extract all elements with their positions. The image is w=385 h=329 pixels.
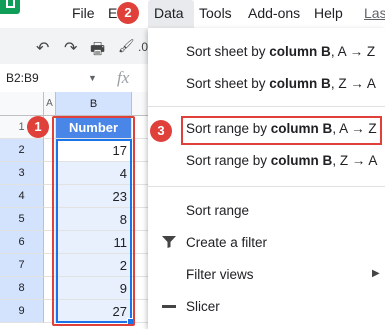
menu-last-edit[interactable]: Las xyxy=(364,5,385,21)
cell-b6[interactable]: 11 xyxy=(56,231,132,254)
column-header-c[interactable] xyxy=(132,92,148,116)
row-header[interactable]: 7 xyxy=(0,254,44,277)
row-header[interactable]: 4 xyxy=(0,185,44,208)
cell-a8[interactable] xyxy=(44,277,56,300)
data-menu-dropdown xyxy=(148,28,385,329)
menu-item-sort-range-za[interactable]: Sort range by column B, Z → A xyxy=(186,153,377,168)
undo-icon[interactable]: ↶ xyxy=(36,38,49,58)
menu-separator xyxy=(148,186,385,187)
cell-a3[interactable] xyxy=(44,162,56,185)
row-header[interactable]: 3 xyxy=(0,162,44,185)
cell-c8[interactable] xyxy=(132,277,148,300)
decimal-format-partial[interactable]: .0 xyxy=(138,40,148,54)
step-badge-2: 2 xyxy=(117,2,139,24)
menu-item-sort-sheet-za[interactable]: Sort sheet by column B, Z → A xyxy=(186,76,376,91)
menu-addons[interactable]: Add-ons xyxy=(248,5,300,21)
menu-item-sort-range-az[interactable]: Sort range by column B, A → Z xyxy=(186,121,377,136)
paint-format-icon[interactable]: 🖌 xyxy=(118,38,135,54)
select-all-corner[interactable] xyxy=(0,92,44,116)
row-header[interactable]: 9 xyxy=(0,300,44,323)
name-box-value: B2:B9 xyxy=(6,71,39,85)
cell-a7[interactable] xyxy=(44,254,56,277)
menu-tools[interactable]: Tools xyxy=(199,5,232,21)
name-box-dropdown-icon[interactable]: ▼ xyxy=(88,73,97,83)
cell-b2[interactable]: 17 xyxy=(56,139,132,162)
cell-c2[interactable] xyxy=(132,139,148,162)
cell-a5[interactable] xyxy=(44,208,56,231)
redo-icon[interactable]: ↷ xyxy=(64,38,77,58)
row-header[interactable]: 2 xyxy=(0,139,44,162)
menu-help[interactable]: Help xyxy=(314,5,343,21)
menu-data[interactable]: Data xyxy=(148,0,194,28)
cell-c6[interactable] xyxy=(132,231,148,254)
sheets-logo-icon[interactable] xyxy=(0,0,20,14)
row-header[interactable]: 5 xyxy=(0,208,44,231)
filter-icon xyxy=(162,235,176,251)
menu-separator xyxy=(148,106,385,107)
cell-c7[interactable] xyxy=(132,254,148,277)
row-header[interactable]: 8 xyxy=(0,277,44,300)
fx-icon: fx xyxy=(117,68,130,87)
menu-item-sort-range[interactable]: Sort range xyxy=(186,203,249,218)
cell-b1-header[interactable]: Number xyxy=(56,116,132,139)
step-badge-1: 1 xyxy=(27,116,49,138)
cell-c4[interactable] xyxy=(132,185,148,208)
cell-b5[interactable]: 8 xyxy=(56,208,132,231)
menu-file[interactable]: File xyxy=(72,5,95,21)
menu-item-slicer[interactable]: Slicer xyxy=(186,299,220,314)
column-header-a[interactable]: A xyxy=(44,92,56,116)
step-badge-3: 3 xyxy=(150,120,172,142)
cell-b9[interactable]: 27 xyxy=(56,300,132,323)
cell-b3[interactable]: 4 xyxy=(56,162,132,185)
menu-item-sort-sheet-az[interactable]: Sort sheet by column B, A → Z xyxy=(186,44,375,59)
cell-a6[interactable] xyxy=(44,231,56,254)
cell-c1[interactable] xyxy=(132,116,148,139)
column-header-b[interactable]: B xyxy=(56,92,132,116)
cell-c5[interactable] xyxy=(132,208,148,231)
print-icon[interactable]: 🖶 xyxy=(90,38,105,65)
cell-b4[interactable]: 23 xyxy=(56,185,132,208)
cell-a2[interactable] xyxy=(44,139,56,162)
slicer-icon xyxy=(162,300,176,316)
cell-c3[interactable] xyxy=(132,162,148,185)
menu-item-create-filter[interactable]: Create a filter xyxy=(186,235,267,250)
submenu-arrow-icon: ▶ xyxy=(372,268,380,279)
row-header[interactable]: 6 xyxy=(0,231,44,254)
cell-b7[interactable]: 2 xyxy=(56,254,132,277)
cell-a4[interactable] xyxy=(44,185,56,208)
menu-item-filter-views[interactable]: Filter views xyxy=(186,267,254,282)
fill-handle[interactable] xyxy=(127,318,135,326)
cell-a9[interactable] xyxy=(44,300,56,323)
cell-b8[interactable]: 9 xyxy=(56,277,132,300)
